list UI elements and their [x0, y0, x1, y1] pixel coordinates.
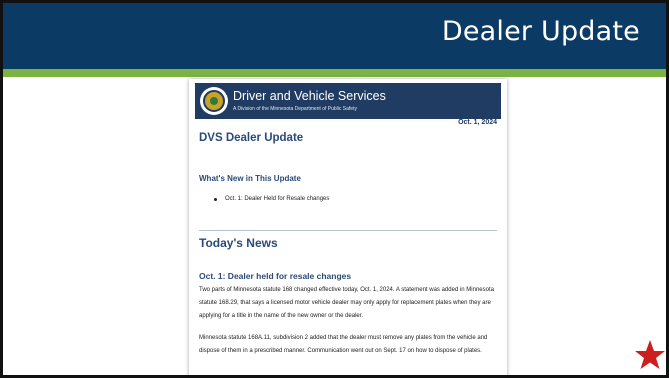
whats-new-item[interactable]: Oct. 1: Dealer Held for Resale changes [214, 196, 329, 202]
newsletter-document: Driver and Vehicle Services A Division o… [189, 79, 507, 375]
minnesota-seal-icon [200, 87, 228, 115]
slide-title: Dealer Update [441, 16, 640, 47]
org-subtitle: A Division of the Minnesota Department o… [233, 106, 357, 112]
article-paragraph: Two parts of Minnesota statute 168 chang… [199, 287, 494, 319]
header-accent-rule [3, 69, 666, 77]
slide-header: Dealer Update [3, 3, 666, 69]
whats-new-item-label: Oct. 1: Dealer Held for Resale changes [225, 196, 330, 202]
whats-new-heading: What's New in This Update [199, 174, 301, 183]
bullet-icon [214, 197, 217, 201]
org-name: Driver and Vehicle Services [233, 89, 386, 103]
issue-date: Oct. 1, 2024 [458, 119, 497, 126]
section-divider [199, 230, 497, 231]
newsletter-banner: Driver and Vehicle Services A Division o… [195, 83, 501, 119]
todays-news-heading: Today's News [199, 236, 278, 250]
star-icon [635, 340, 665, 369]
article-paragraph: Minnesota statute 168A.11, subdivision 2… [199, 335, 488, 354]
newsletter-title: DVS Dealer Update [199, 132, 304, 144]
article-heading: Oct. 1: Dealer held for resale changes [199, 271, 352, 281]
slide: Dealer Update Driver and Vehicle Service… [0, 0, 669, 378]
